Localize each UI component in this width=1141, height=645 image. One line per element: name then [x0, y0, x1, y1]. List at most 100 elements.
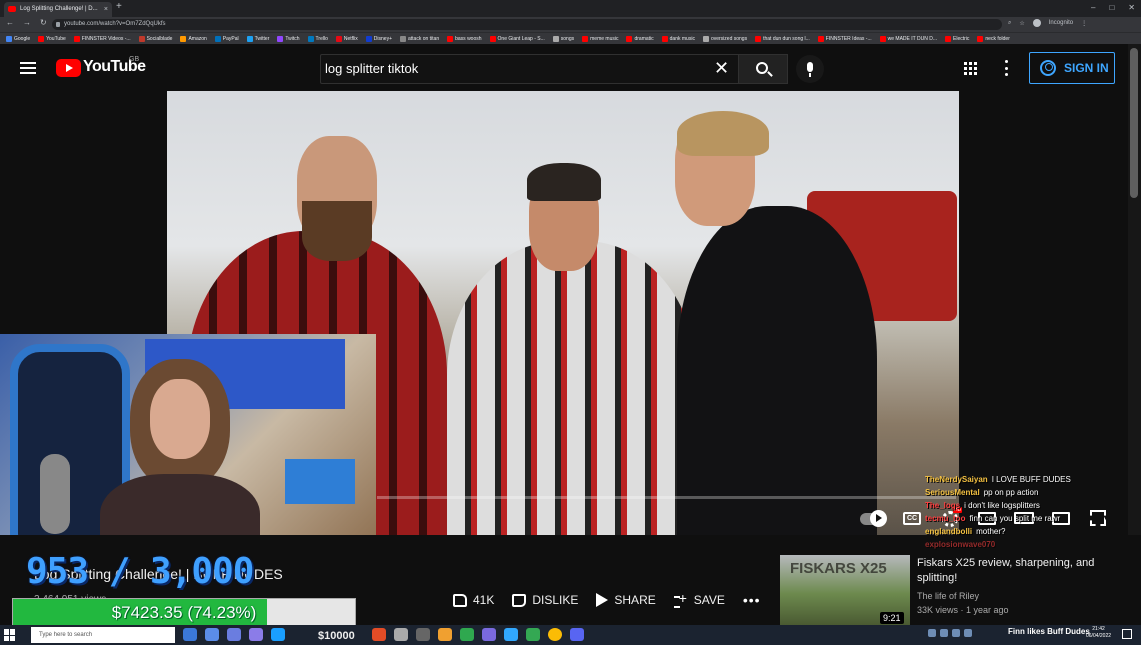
bookmark-item[interactable]: Electric	[945, 35, 969, 42]
like-button[interactable]: 41K	[453, 593, 494, 607]
bookmark-item[interactable]: we MADE IT DUN D...	[879, 35, 937, 42]
search-button[interactable]	[738, 54, 788, 84]
more-actions-icon[interactable]: •••	[743, 592, 761, 608]
bookmark-item[interactable]: Amazon	[180, 35, 207, 42]
bookmark-item[interactable]: meme music	[582, 35, 618, 42]
bookmark-item[interactable]: Twitch	[277, 35, 300, 42]
taskbar-search-input[interactable]: Type here to search	[31, 627, 175, 643]
browser-tab-strip	[0, 0, 1141, 17]
taskbar-apps-2	[372, 628, 584, 641]
window-close-icon[interactable]: ✕	[1128, 0, 1135, 16]
region-code: GB	[129, 56, 140, 63]
chrome-icon[interactable]	[548, 628, 562, 641]
bookmark-item[interactable]: FINNSTER Ideas -...	[817, 35, 872, 42]
sign-in-button[interactable]: SIGN IN	[1029, 52, 1115, 84]
bookmark-label: FINNSTER Ideas -...	[825, 35, 872, 42]
bookmark-item[interactable]: YouTube	[38, 35, 66, 42]
taskbar-clock[interactable]: 21:42 06/04/2022	[1086, 626, 1111, 640]
settings-more-icon[interactable]	[1004, 60, 1008, 76]
stream-goal-counter: 953 / 3,000	[26, 551, 254, 592]
bookmark-item[interactable]: dramatic	[626, 35, 654, 42]
tray-icon[interactable]	[964, 629, 972, 637]
minimize-icon[interactable]: –	[1091, 0, 1095, 16]
bookmark-item[interactable]: Netflix	[335, 35, 358, 42]
new-tab-button[interactable]: +	[116, 1, 122, 12]
autoplay-toggle[interactable]	[860, 510, 887, 527]
video-frame-person-right	[677, 206, 877, 535]
menu-icon[interactable]: ⋮	[1081, 20, 1087, 27]
bookmark-item[interactable]: attack on titan	[399, 35, 439, 42]
maximize-icon[interactable]: □	[1109, 0, 1114, 16]
zoom-icon[interactable]: ⌕	[1008, 20, 1011, 27]
bookmark-item[interactable]: Google	[6, 35, 30, 42]
reload-icon[interactable]: ↻	[40, 18, 47, 27]
tray-icon[interactable]	[940, 629, 948, 637]
tray-icon[interactable]	[952, 629, 960, 637]
app-icon[interactable]	[526, 628, 540, 641]
save-button[interactable]: SAVE	[673, 590, 725, 608]
app-icon[interactable]	[482, 628, 496, 641]
youtube-logo-icon[interactable]	[56, 59, 81, 77]
notifications-icon[interactable]	[1122, 629, 1132, 639]
steam-icon[interactable]	[271, 628, 285, 641]
apps-grid-icon[interactable]	[964, 62, 977, 75]
scrollbar-thumb[interactable]	[1130, 48, 1138, 198]
fullscreen-icon[interactable]	[1090, 510, 1106, 526]
bookmark-item[interactable]: oversized songs	[702, 35, 747, 42]
app-icon[interactable]	[438, 628, 452, 641]
system-tray	[928, 629, 972, 637]
forward-icon[interactable]: →	[23, 18, 31, 27]
tray-icon[interactable]	[928, 629, 936, 637]
clear-search-icon[interactable]: ✕	[714, 58, 729, 78]
windows-start-icon[interactable]	[4, 629, 16, 641]
bookmark-item[interactable]: Trello	[307, 35, 328, 42]
discord-icon[interactable]	[570, 628, 584, 641]
chat-text: i don't like logsplitters	[964, 501, 1040, 510]
photoshop-icon[interactable]	[504, 628, 518, 641]
bookmark-item[interactable]: that dun dun song l...	[755, 35, 810, 42]
address-bar-row: ← → ↻ youtube.com/watch?v=Om7ZdQqUkfs ⌕ …	[0, 17, 1141, 32]
bookmark-favicon-icon	[977, 35, 984, 42]
browser-tab[interactable]: Log Splitting Challenge! | D... ×	[4, 2, 112, 17]
play-icon	[870, 510, 887, 527]
donation-goal-text: $7423.35 (74.23%)	[111, 603, 257, 622]
bookmark-favicon-icon	[945, 35, 951, 42]
bookmark-item[interactable]: Twitter	[246, 35, 269, 42]
task-view-icon[interactable]	[183, 628, 197, 641]
hamburger-menu-icon[interactable]	[20, 62, 36, 74]
chat-username: SeriousMental	[925, 488, 980, 497]
bookmark-item[interactable]: dank music	[661, 35, 695, 42]
app-icon[interactable]	[372, 628, 386, 641]
voice-search-icon[interactable]	[796, 55, 824, 83]
bookmark-item[interactable]: Socialblade	[138, 35, 172, 42]
bookmark-item[interactable]: FINNSTER Videos -...	[73, 35, 131, 42]
bookmark-item[interactable]: bass woosh	[447, 35, 482, 42]
search-input[interactable]: log splitter tiktok	[320, 54, 738, 84]
bookmark-favicon-icon	[755, 35, 762, 42]
obs-icon[interactable]	[416, 628, 430, 641]
tab-close-icon[interactable]: ×	[104, 2, 108, 17]
bookmark-item[interactable]: Disney+	[365, 35, 392, 42]
subtitles-button[interactable]: CC	[903, 512, 921, 525]
bookmark-item[interactable]: songs	[552, 35, 574, 42]
bookmark-favicon-icon	[138, 35, 145, 42]
bookmark-favicon-icon	[214, 35, 221, 42]
related-video-channel[interactable]: The life of Riley	[917, 591, 979, 601]
app-icon[interactable]	[249, 628, 263, 641]
star-icon[interactable]: ☆	[1019, 20, 1024, 27]
bookmark-item[interactable]: One Giant Leap - S...	[489, 35, 545, 42]
bookmark-item[interactable]: neck folder	[977, 35, 1010, 42]
app-icon[interactable]	[227, 628, 241, 641]
bookmark-item[interactable]: PayPal	[214, 35, 239, 42]
incognito-label[interactable]: Incognito	[1049, 20, 1073, 26]
video-progress-bar[interactable]	[377, 496, 956, 499]
url-field[interactable]: youtube.com/watch?v=Om7ZdQqUkfs	[52, 19, 1002, 30]
share-button[interactable]: SHARE	[596, 593, 656, 607]
bookmark-favicon-icon	[879, 35, 886, 42]
app-icon[interactable]	[460, 628, 474, 641]
app-icon[interactable]	[394, 628, 408, 641]
dislike-button[interactable]: DISLIKE	[512, 593, 578, 607]
app-icon[interactable]	[205, 628, 219, 641]
back-icon[interactable]: ←	[6, 18, 14, 27]
related-video-title[interactable]: Fiskars X25 review, sharpening, and spli…	[917, 556, 1132, 586]
